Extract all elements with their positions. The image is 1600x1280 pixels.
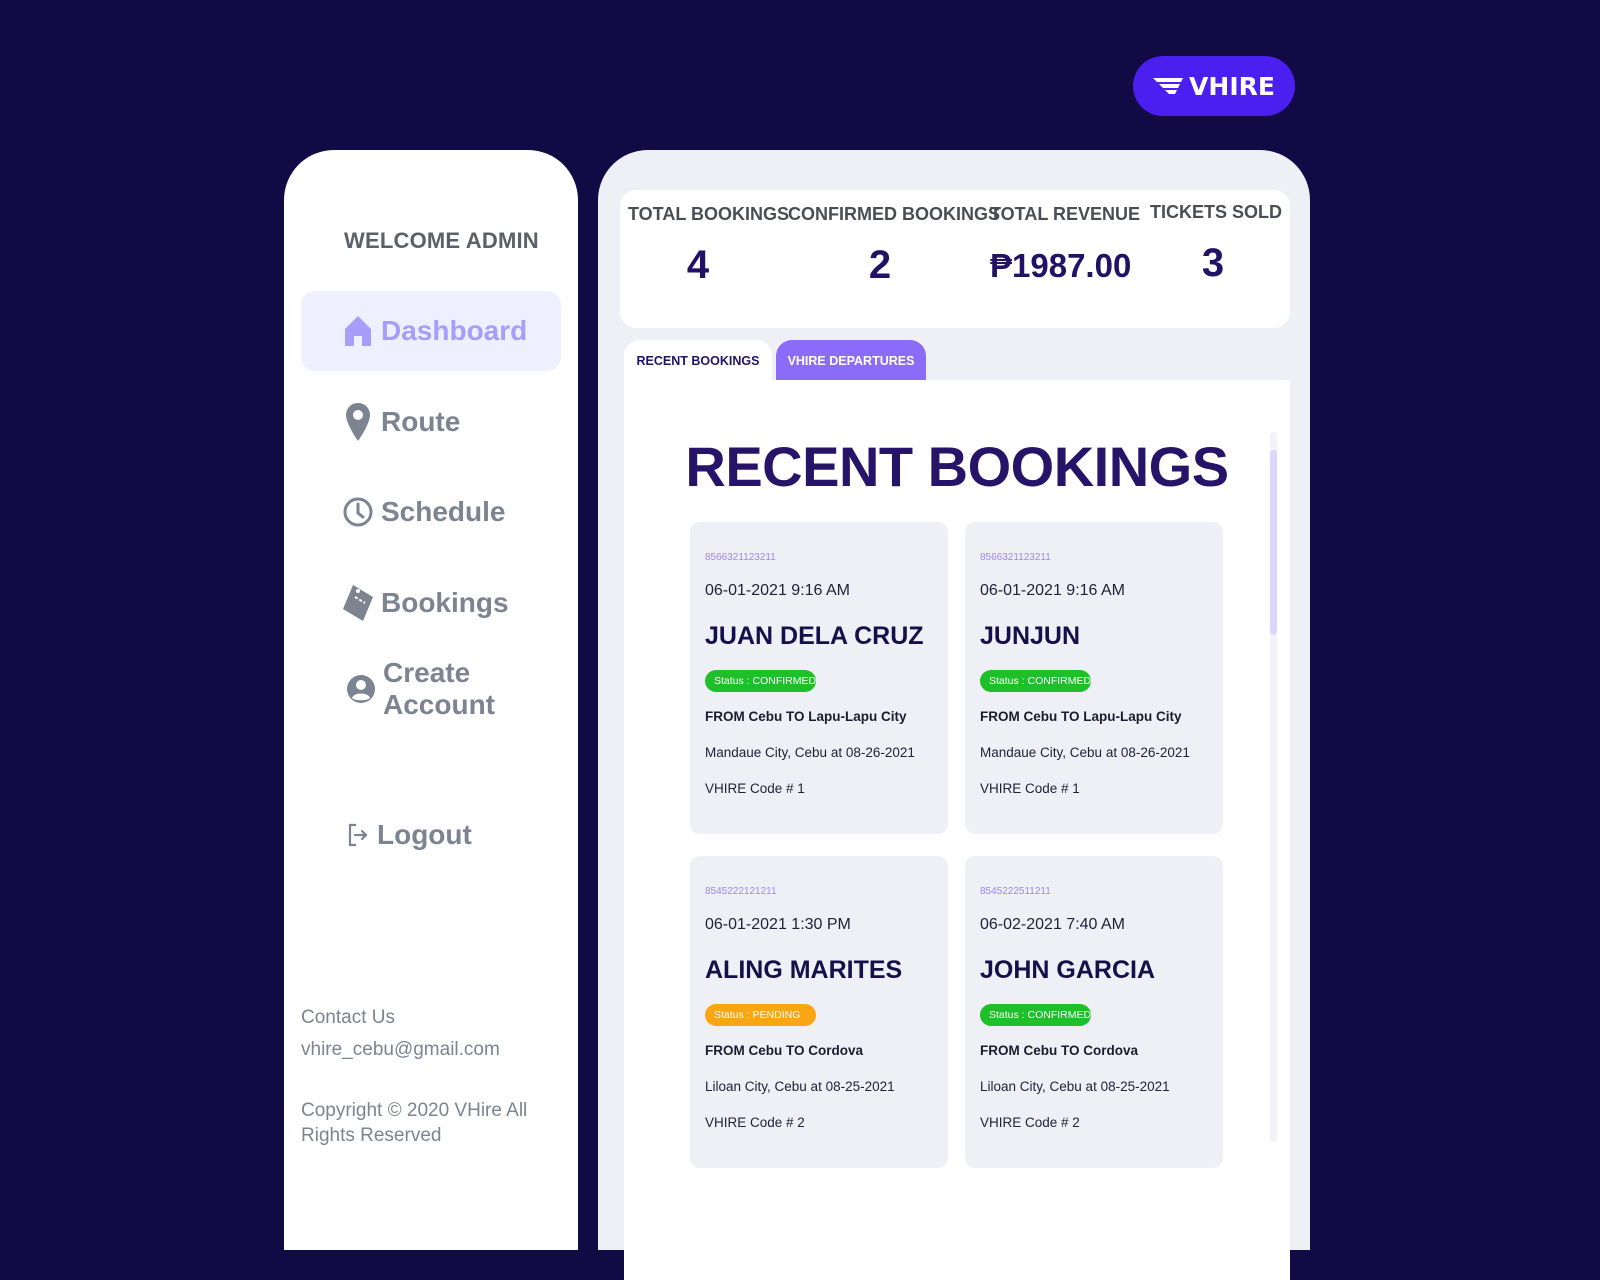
booking-location: Liloan City, Cebu at 08-25-2021: [705, 1079, 895, 1094]
user-circle-icon: [345, 669, 377, 709]
booking-route: FROM Cebu TO Cordova: [705, 1043, 864, 1058]
status-badge: Status : CONFIRMED: [980, 1004, 1091, 1026]
sidebar-item-create-account[interactable]: Create Account: [301, 649, 561, 729]
stat-label: TOTAL BOOKINGS: [628, 204, 790, 224]
recent-bookings-panel: RECENT BOOKINGS 8566321123211 06-01-2021…: [624, 380, 1290, 1280]
booking-id: 8566321123211: [980, 552, 1051, 563]
booking-card[interactable]: 8545222511211 06-02-2021 7:40 AM JOHN GA…: [965, 856, 1223, 1168]
sidebar-item-label: Create Account: [383, 657, 495, 720]
sidebar-item-label: Route: [381, 406, 461, 437]
booking-route: FROM Cebu TO Lapu-Lapu City: [705, 709, 907, 724]
status-badge: Status : PENDING: [705, 1004, 816, 1026]
tab-recent-bookings[interactable]: RECENT BOOKINGS: [624, 340, 772, 382]
booking-datetime: 06-02-2021 7:40 AM: [980, 916, 1125, 933]
stat-label: CONFIRMED BOOKINGS: [788, 204, 1001, 224]
content-title: RECENT BOOKINGS: [685, 435, 1229, 498]
sidebar-item-label: Schedule: [381, 496, 506, 527]
contact-label: Contact Us: [301, 1007, 395, 1028]
booking-card[interactable]: 8545222121211 06-01-2021 1:30 PM ALING M…: [690, 856, 948, 1168]
booking-location: Mandaue City, Cebu at 08-26-2021: [980, 745, 1190, 760]
stat-total-revenue: TOTAL REVENUE ₱1987.00: [990, 204, 1141, 285]
vhire-code: VHIRE Code # 2: [980, 1115, 1080, 1130]
main-panel: TOTAL BOOKINGS 4 CONFIRMED BOOKINGS 2 TO…: [598, 150, 1310, 1280]
passenger-name: ALING MARITES: [705, 956, 903, 984]
booking-card[interactable]: 8566321123211 06-01-2021 9:16 AM JUAN DE…: [690, 522, 948, 834]
tab-vhire-departures[interactable]: VHIRE DEPARTURES: [776, 340, 926, 382]
stat-value: 2: [868, 243, 892, 287]
logo-text: VHIRE: [1189, 71, 1275, 101]
logout-icon: [345, 815, 371, 855]
logout-label: Logout: [377, 819, 472, 850]
scrollbar-thumb[interactable]: [1270, 450, 1277, 635]
stat-label: TICKETS SOLD: [1150, 202, 1283, 222]
booking-id: 8545222511211: [980, 886, 1051, 897]
stat-tickets-sold: TICKETS SOLD 3: [1150, 202, 1283, 286]
booking-route: FROM Cebu TO Cordova: [980, 1043, 1139, 1058]
sidebar-item-route[interactable]: Route: [301, 382, 561, 462]
home-icon: [341, 311, 375, 351]
sidebar-item-dashboard[interactable]: Dashboard: [301, 291, 561, 371]
stat-value: 3: [1201, 241, 1225, 285]
contact-info: Contact Us vhire_cebu@gmail.com: [301, 1002, 500, 1066]
booking-location: Mandaue City, Cebu at 08-26-2021: [705, 745, 915, 760]
sidebar-item-schedule[interactable]: Schedule: [301, 472, 561, 552]
vhire-logo[interactable]: VHIRE: [1133, 56, 1295, 116]
booking-route: FROM Cebu TO Lapu-Lapu City: [980, 709, 1182, 724]
welcome-heading: WELCOME ADMIN: [344, 228, 539, 253]
status-badge: Status : CONFIRMED: [980, 670, 1091, 692]
logout-button[interactable]: Logout: [301, 795, 561, 875]
vhire-code: VHIRE Code # 2: [705, 1115, 805, 1130]
stat-total-bookings: TOTAL BOOKINGS 4: [628, 204, 790, 288]
sidebar-item-label: Dashboard: [381, 315, 528, 346]
scrollbar[interactable]: [1270, 432, 1277, 1142]
stats-bar: TOTAL BOOKINGS 4 CONFIRMED BOOKINGS 2 TO…: [620, 190, 1290, 328]
sidebar: WELCOME ADMIN Dashboard Route Schedule B…: [284, 150, 578, 1250]
ticket-icon: [341, 583, 375, 623]
booking-datetime: 06-01-2021 1:30 PM: [705, 916, 851, 933]
passenger-name: JUNJUN: [980, 622, 1081, 650]
wing-logo-icon: [1153, 78, 1184, 94]
passenger-name: JOHN GARCIA: [980, 956, 1156, 984]
stat-confirmed-bookings: CONFIRMED BOOKINGS 2: [788, 204, 1001, 288]
sidebar-item-label: Bookings: [381, 587, 509, 618]
booking-id: 8545222121211: [705, 886, 777, 897]
vhire-code: VHIRE Code # 1: [980, 781, 1080, 796]
booking-datetime: 06-01-2021 9:16 AM: [980, 582, 1125, 599]
clock-icon: [341, 492, 375, 532]
status-badge: Status : CONFIRMED: [705, 670, 816, 692]
sidebar-item-bookings[interactable]: Bookings: [301, 563, 561, 643]
booking-id: 8566321123211: [705, 552, 776, 563]
stat-value: 4: [686, 243, 710, 287]
booking-card[interactable]: 8566321123211 06-01-2021 9:16 AM JUNJUN …: [965, 522, 1223, 834]
stat-value: ₱1987.00: [990, 247, 1132, 284]
passenger-name: JUAN DELA CRUZ: [705, 622, 924, 650]
stat-label: TOTAL REVENUE: [990, 204, 1141, 224]
booking-datetime: 06-01-2021 9:16 AM: [705, 582, 850, 599]
booking-location: Liloan City, Cebu at 08-25-2021: [980, 1079, 1170, 1094]
map-pin-icon: [341, 402, 375, 442]
vhire-code: VHIRE Code # 1: [705, 781, 805, 796]
contact-email[interactable]: vhire_cebu@gmail.com: [301, 1034, 500, 1066]
copyright-text: Copyright © 2020 VHire All Rights Reserv…: [301, 1100, 528, 1146]
